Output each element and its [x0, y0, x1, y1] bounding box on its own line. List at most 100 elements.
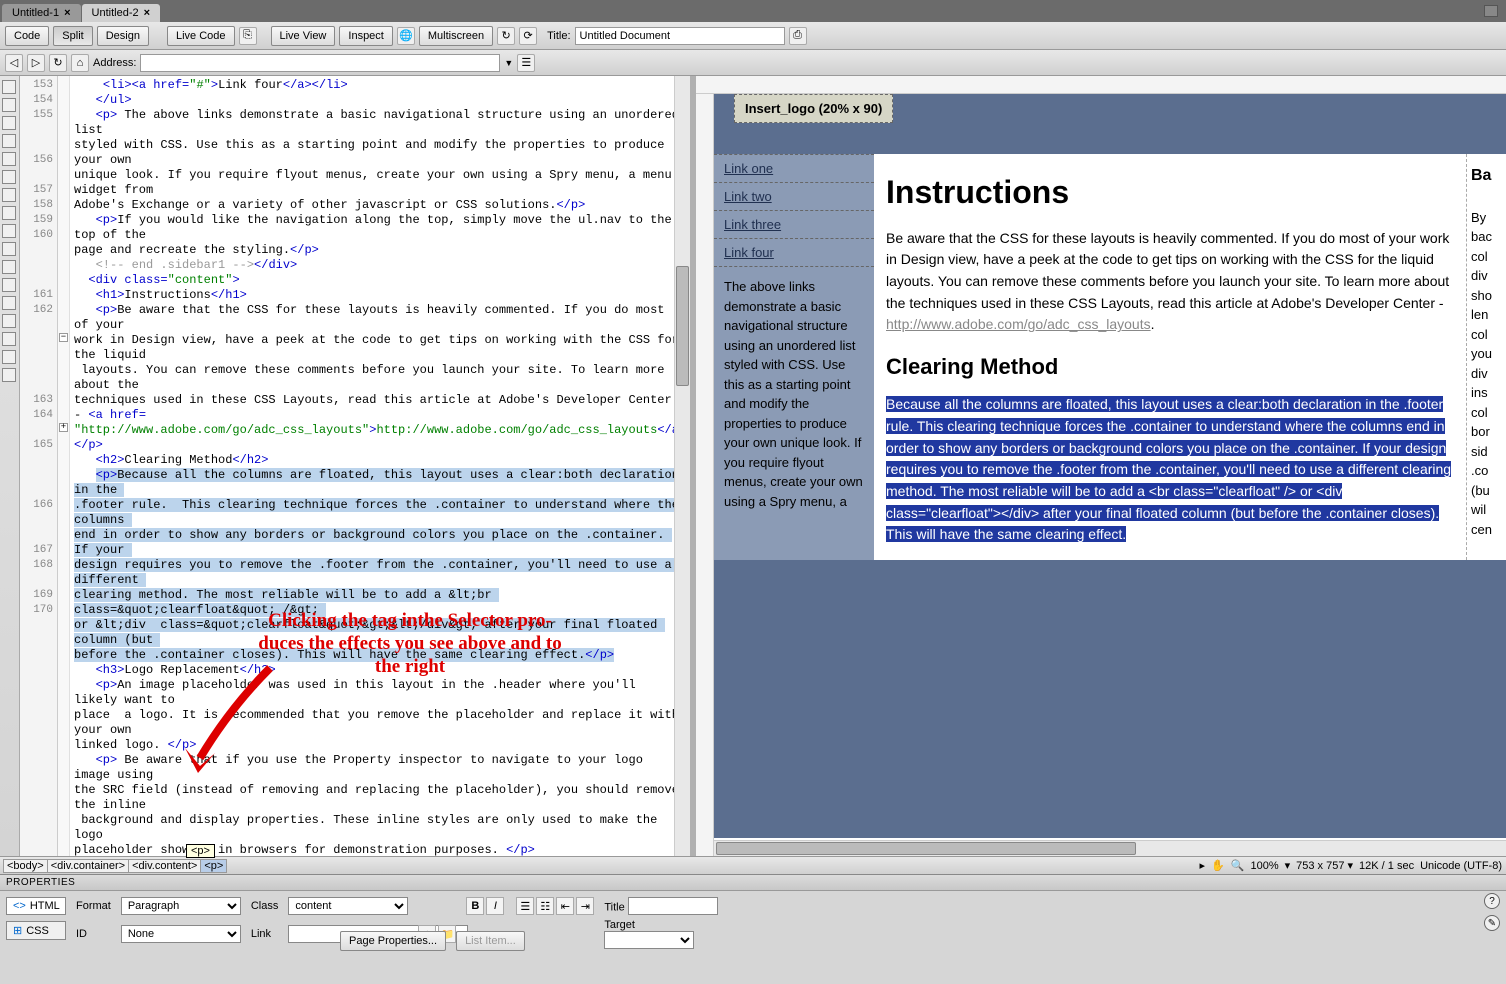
code-button[interactable]: Code: [5, 26, 49, 46]
refresh-addr-icon[interactable]: ↻: [49, 54, 67, 72]
expand-icon[interactable]: [2, 116, 16, 130]
nav-link-2[interactable]: Link two: [714, 183, 874, 211]
quick-tag-icon[interactable]: ✎: [1484, 915, 1500, 931]
zoom-tool-icon[interactable]: 🔍: [1231, 859, 1245, 872]
inspect-button[interactable]: Inspect: [339, 26, 392, 46]
recent-icon[interactable]: [2, 350, 16, 364]
balance-braces-icon[interactable]: [2, 152, 16, 166]
tab-untitled-1[interactable]: Untitled-1 ×: [2, 4, 81, 22]
title-field[interactable]: [628, 897, 718, 915]
line-numbers-icon[interactable]: [2, 170, 16, 184]
list-item-button[interactable]: List Item...: [456, 931, 525, 951]
syntax-icon[interactable]: [2, 206, 16, 220]
status-bar: <p> <body> <div.container> <div.content>…: [0, 856, 1506, 874]
adc-link[interactable]: http://www.adobe.com/go/adc_css_layouts: [886, 316, 1151, 332]
nav-link-4[interactable]: Link four: [714, 239, 874, 267]
select-tool-icon[interactable]: ▸: [1200, 859, 1206, 872]
hscroll-thumb[interactable]: [716, 842, 1136, 855]
forward-icon[interactable]: ▷: [27, 54, 45, 72]
tab-untitled-2[interactable]: Untitled-2×: [82, 4, 161, 22]
target-select[interactable]: [604, 931, 694, 949]
select-parent-icon[interactable]: [2, 134, 16, 148]
inspect-icon[interactable]: ⎘: [239, 27, 257, 45]
addr-options-icon[interactable]: ☰: [517, 54, 535, 72]
indent-icon[interactable]: [2, 296, 16, 310]
close-icon[interactable]: ×: [64, 7, 70, 19]
page-properties-button[interactable]: Page Properties...: [340, 931, 446, 951]
design-button[interactable]: Design: [97, 26, 149, 46]
hidden-chars-icon[interactable]: [2, 260, 16, 274]
close-icon[interactable]: ×: [144, 7, 150, 19]
id-select[interactable]: None: [121, 925, 241, 943]
tag-tooltip: <p>: [186, 844, 215, 858]
properties-panel: PROPERTIES <>HTML ⊞CSS Format Paragraph …: [0, 874, 1506, 984]
window-dimensions[interactable]: 753 x 757 ▾: [1296, 859, 1353, 872]
ol-icon[interactable]: ☷: [536, 897, 554, 915]
split-button[interactable]: Split: [53, 26, 92, 46]
properties-header[interactable]: PROPERTIES: [0, 875, 1506, 891]
format-label: Format: [76, 900, 111, 912]
title-input[interactable]: [575, 27, 785, 45]
design-hscrollbar[interactable]: [714, 840, 1506, 856]
refresh-icon[interactable]: ↻: [497, 27, 515, 45]
bold-icon[interactable]: B: [466, 897, 484, 915]
fold-minus-icon[interactable]: −: [59, 333, 68, 342]
file-mgmt-icon[interactable]: ⎙: [789, 27, 807, 45]
scroll-thumb[interactable]: [676, 266, 689, 386]
logo-placeholder[interactable]: Insert_logo (20% x 90): [734, 94, 893, 123]
snippet-icon[interactable]: [2, 278, 16, 292]
move-icon[interactable]: [2, 368, 16, 382]
live-view-button[interactable]: Live View: [271, 26, 336, 46]
css-tab[interactable]: ⊞CSS: [6, 921, 66, 940]
sidebar: Link one Link two Link three Link four T…: [714, 154, 874, 560]
address-input[interactable]: [140, 54, 500, 72]
globe-icon[interactable]: 🌐: [397, 27, 415, 45]
content-area[interactable]: Instructions Be aware that the CSS for t…: [874, 154, 1466, 560]
outdent-icon[interactable]: [2, 314, 16, 328]
title-label: Title:: [547, 30, 570, 42]
home-icon[interactable]: ⌂: [71, 54, 89, 72]
word-wrap-icon[interactable]: [2, 242, 16, 256]
help-icon[interactable]: ?: [1484, 893, 1500, 909]
sidebar-text: The above links demonstrate a basic navi…: [714, 267, 874, 521]
outdent-btn-icon[interactable]: ⇤: [556, 897, 574, 915]
tag-body[interactable]: <body>: [3, 859, 48, 873]
live-code-button[interactable]: Live Code: [167, 26, 235, 46]
back-icon[interactable]: ◁: [5, 54, 23, 72]
open-docs-icon[interactable]: [2, 80, 16, 94]
design-canvas[interactable]: Insert_logo (20% x 90) Link one Link two…: [714, 94, 1506, 838]
auto-indent-icon[interactable]: [2, 224, 16, 238]
code-body[interactable]: <li><a href="#">Link four</a></li> </ul>…: [70, 76, 690, 856]
target-label: Target: [604, 919, 635, 931]
html-tab[interactable]: <>HTML: [6, 897, 66, 915]
indent-btn-icon[interactable]: ⇥: [576, 897, 594, 915]
zoom-value[interactable]: 100%: [1250, 860, 1278, 872]
code-scrollbar[interactable]: [674, 76, 690, 856]
italic-icon[interactable]: I: [486, 897, 504, 915]
nav-link-1[interactable]: Link one: [714, 154, 874, 183]
ruler-horizontal: [696, 76, 1506, 94]
class-select[interactable]: content: [288, 897, 408, 915]
collapse-icon[interactable]: [2, 98, 16, 112]
window-icon[interactable]: [1484, 5, 1498, 17]
tag-p[interactable]: <p>: [200, 859, 227, 873]
nav-link-3[interactable]: Link three: [714, 211, 874, 239]
highlight-icon[interactable]: [2, 188, 16, 202]
fold-plus-icon[interactable]: +: [59, 423, 68, 432]
design-view: Insert_logo (20% x 90) Link one Link two…: [696, 76, 1506, 856]
hand-tool-icon[interactable]: ✋: [1211, 859, 1225, 872]
code-toolbar-rail: [0, 76, 20, 856]
fold-column[interactable]: − +: [58, 76, 70, 856]
link-label: Link: [251, 928, 279, 940]
stop-icon[interactable]: ⟳: [519, 27, 537, 45]
format-select[interactable]: Paragraph: [121, 897, 241, 915]
tag-div-content[interactable]: <div.content>: [128, 859, 201, 873]
clearing-paragraph: Because all the columns are floated, thi…: [886, 394, 1454, 546]
ul-icon[interactable]: ☰: [516, 897, 534, 915]
format-icon[interactable]: [2, 332, 16, 346]
tag-div-container[interactable]: <div.container>: [47, 859, 129, 873]
tab-label: Untitled-1: [12, 7, 59, 19]
multiscreen-button[interactable]: Multiscreen: [419, 26, 493, 46]
code-view[interactable]: 1531541551561571581591601611621631641651…: [20, 76, 690, 856]
document-toolbar: Code Split Design Live Code ⎘ Live View …: [0, 22, 1506, 50]
